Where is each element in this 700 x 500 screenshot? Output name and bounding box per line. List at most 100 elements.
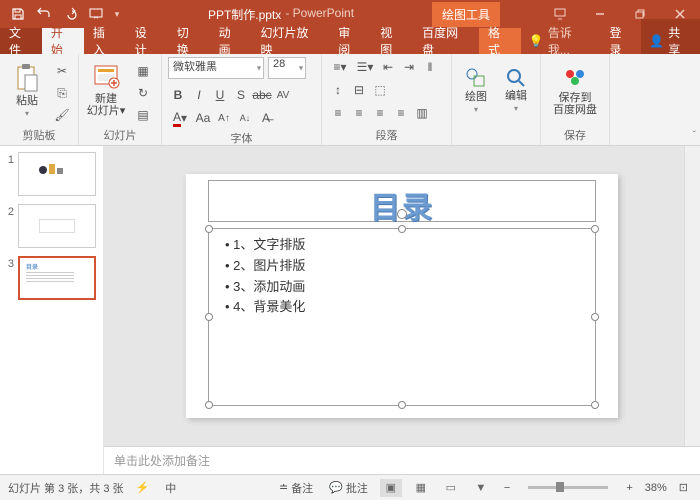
zoom-out-button[interactable]: −: [500, 482, 514, 494]
notes-pane[interactable]: 单击此处添加备注: [104, 446, 700, 474]
qat-customize-icon[interactable]: ▾: [110, 2, 124, 26]
tab-insert[interactable]: 插入: [84, 28, 126, 54]
group-font: 微软雅黑 28 B I U S abc AV A▾ Aa A↑ A↓ A̶ 字体: [162, 54, 322, 145]
grow-font-icon[interactable]: A↑: [214, 108, 234, 128]
copy-icon[interactable]: ⎘: [52, 83, 72, 103]
content-textbox[interactable]: 1、文字排版 2、图片排版 3、添加动画 4、背景美化: [208, 228, 596, 406]
font-name-select[interactable]: 微软雅黑: [168, 57, 264, 79]
shrink-font-icon[interactable]: A↓: [235, 108, 255, 128]
underline-icon[interactable]: U: [210, 85, 230, 105]
redo-icon[interactable]: [58, 2, 82, 26]
resize-handle[interactable]: [591, 225, 599, 233]
tab-view[interactable]: 视图: [371, 28, 413, 54]
tab-baidu[interactable]: 百度网盘: [413, 28, 479, 54]
group-paragraph: ≡▾ ☰▾ ⇤ ⇥ ‖ ↕ ⊟ ⬚ ≡ ≡ ≡ ≡ ▥ 段落: [322, 54, 452, 145]
strike-icon[interactable]: abc: [252, 85, 272, 105]
lightbulb-icon: 💡: [529, 34, 544, 48]
undo-icon[interactable]: [32, 2, 56, 26]
resize-handle[interactable]: [591, 401, 599, 409]
rotate-handle[interactable]: [397, 209, 407, 219]
thumbnail-2[interactable]: 2: [4, 204, 99, 248]
tab-slideshow[interactable]: 幻灯片放映: [252, 28, 330, 54]
align-center-icon[interactable]: ≡: [349, 103, 369, 123]
resize-handle[interactable]: [205, 401, 213, 409]
list-item: 4、背景美化: [225, 297, 579, 318]
paste-button[interactable]: 粘贴 ▾: [6, 57, 48, 123]
cut-icon[interactable]: ✂: [52, 61, 72, 81]
group-slides: 新建幻灯片▾ ▦ ↻ ▤ 幻灯片: [79, 54, 162, 145]
smartart-icon[interactable]: ⬚: [370, 80, 390, 100]
tab-design[interactable]: 设计: [126, 28, 168, 54]
zoom-slider[interactable]: [528, 486, 608, 489]
status-bar: 幻灯片 第 3 张，共 3 张 ⚡ 中 ≐ 备注 💬 批注 ▣ ▦ ▭ ▼ − …: [0, 474, 700, 500]
tab-home[interactable]: 开始: [42, 28, 84, 54]
list-item: 1、文字排版: [225, 235, 579, 256]
slideshow-view-icon[interactable]: ▼: [470, 479, 492, 497]
zoom-in-button[interactable]: +: [622, 482, 636, 494]
tab-animations[interactable]: 动画: [210, 28, 252, 54]
group-clipboard: 粘贴 ▾ ✂ ⎘ 🖌 剪贴板: [0, 54, 79, 145]
list-item: 3、添加动画: [225, 277, 579, 298]
spellcheck-icon[interactable]: ⚡: [132, 481, 154, 494]
resize-handle[interactable]: [205, 225, 213, 233]
numbering-icon[interactable]: ☰▾: [353, 57, 377, 77]
zoom-percentage[interactable]: 38%: [645, 482, 667, 494]
language-indicator[interactable]: 中: [161, 480, 180, 496]
indent-right-icon[interactable]: ⇥: [399, 57, 419, 77]
group-save: 保存到百度网盘 保存: [540, 54, 610, 145]
drawing-button[interactable]: 绘图▾: [458, 57, 494, 123]
notes-toggle[interactable]: ≐ 备注: [275, 480, 317, 496]
resize-handle[interactable]: [205, 313, 213, 321]
italic-icon[interactable]: I: [189, 85, 209, 105]
font-color-icon[interactable]: A▾: [168, 108, 192, 128]
save-baidu-button[interactable]: 保存到百度网盘: [547, 57, 603, 123]
section-icon[interactable]: ▤: [131, 105, 155, 125]
format-painter-icon[interactable]: 🖌: [52, 105, 72, 125]
new-slide-button[interactable]: 新建幻灯片▾: [85, 57, 127, 123]
bullet-list: 1、文字排版 2、图片排版 3、添加动画 4、背景美化: [209, 229, 595, 324]
font-size-select[interactable]: 28: [268, 57, 306, 79]
line-spacing-icon[interactable]: ‖: [420, 57, 440, 77]
columns-icon[interactable]: ▥: [412, 103, 432, 123]
save-icon[interactable]: [6, 2, 30, 26]
tab-format[interactable]: 格式: [479, 28, 521, 54]
align-left-icon[interactable]: ≡: [328, 103, 348, 123]
clear-format-icon[interactable]: A̶: [256, 108, 276, 128]
resize-handle[interactable]: [591, 313, 599, 321]
reset-icon[interactable]: ↻: [131, 83, 155, 103]
shadow-icon[interactable]: S: [231, 85, 251, 105]
vertical-scrollbar[interactable]: [684, 146, 700, 446]
resize-handle[interactable]: [398, 225, 406, 233]
slide-canvas[interactable]: 目录 1、文字排版 2、图片排版 3、添加动画: [186, 174, 618, 418]
spacing-icon[interactable]: AV: [273, 85, 293, 105]
window-title: PPT制作.pptx - PowerPoint: [130, 6, 432, 23]
edit-button[interactable]: 编辑▾: [498, 57, 534, 123]
fit-window-icon[interactable]: ⊡: [675, 481, 692, 494]
collapse-ribbon-icon[interactable]: ˇ: [693, 130, 696, 141]
sorter-view-icon[interactable]: ▦: [410, 479, 432, 497]
align-text-icon[interactable]: ⊟: [349, 80, 369, 100]
thumbnail-1[interactable]: 1: [4, 152, 99, 196]
bold-icon[interactable]: B: [168, 85, 188, 105]
tab-transitions[interactable]: 切换: [168, 28, 210, 54]
share-icon: 👤: [649, 34, 664, 48]
list-item: 2、图片排版: [225, 256, 579, 277]
slideshow-start-icon[interactable]: [84, 2, 108, 26]
thumbnail-3[interactable]: 3 目录: [4, 256, 99, 300]
normal-view-icon[interactable]: ▣: [380, 479, 402, 497]
canvas-area: 目录 1、文字排版 2、图片排版 3、添加动画: [104, 146, 700, 474]
tab-file[interactable]: 文件: [0, 28, 42, 54]
text-direction-icon[interactable]: ↕: [328, 80, 348, 100]
bullets-icon[interactable]: ≡▾: [328, 57, 352, 77]
reading-view-icon[interactable]: ▭: [440, 479, 462, 497]
comments-toggle[interactable]: 💬 批注: [325, 480, 372, 496]
change-case-icon[interactable]: Aa: [193, 108, 213, 128]
slide-counter[interactable]: 幻灯片 第 3 张，共 3 张: [8, 480, 124, 496]
title-text: 目录: [209, 181, 595, 229]
indent-left-icon[interactable]: ⇤: [378, 57, 398, 77]
resize-handle[interactable]: [398, 401, 406, 409]
justify-icon[interactable]: ≡: [391, 103, 411, 123]
layout-icon[interactable]: ▦: [131, 61, 155, 81]
align-right-icon[interactable]: ≡: [370, 103, 390, 123]
tab-review[interactable]: 审阅: [329, 28, 371, 54]
